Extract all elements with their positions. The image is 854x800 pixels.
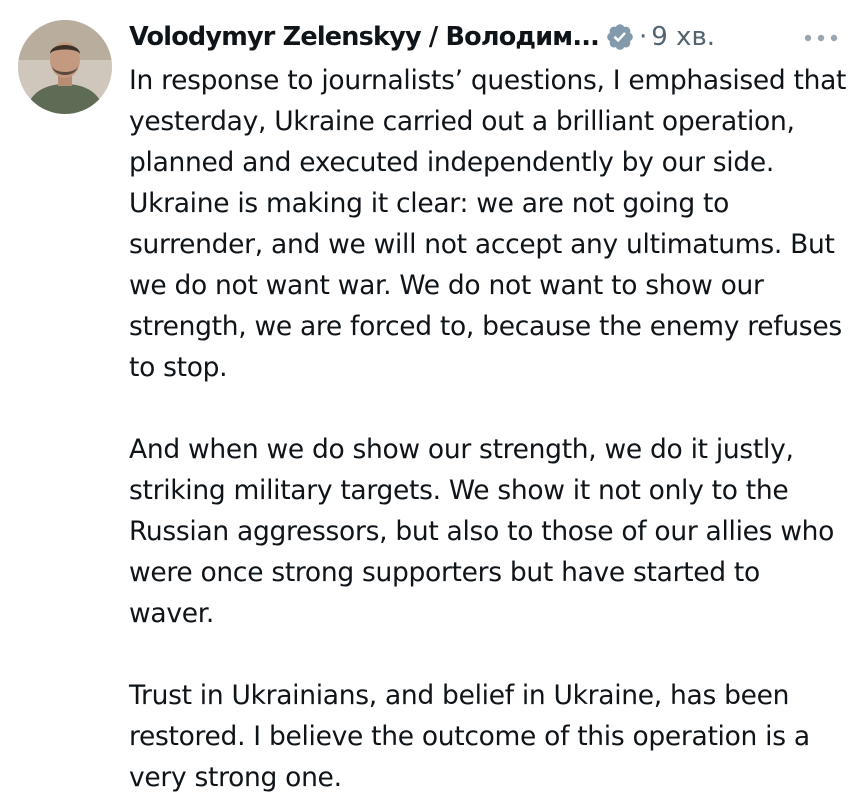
post: Volodymyr Zelenskyy / Володим... · 9 хв.…	[0, 0, 854, 800]
post-header: Volodymyr Zelenskyy / Володим... · 9 хв.	[129, 14, 841, 60]
verified-badge-icon	[605, 22, 635, 52]
post-paragraph: In response to journalists’ questions, I…	[129, 65, 847, 383]
avatar[interactable]	[18, 20, 112, 114]
author-name[interactable]: Volodymyr Zelenskyy / Володим...	[129, 22, 600, 52]
separator-dot: ·	[638, 22, 648, 52]
post-paragraph: And when we do show our strength, we do …	[129, 434, 835, 629]
more-horizontal-icon[interactable]	[801, 30, 841, 44]
post-time[interactable]: 9 хв.	[651, 22, 715, 52]
post-text: In response to journalists’ questions, I…	[129, 60, 849, 798]
post-paragraph: Trust in Ukrainians, and belief in Ukrai…	[129, 680, 810, 793]
